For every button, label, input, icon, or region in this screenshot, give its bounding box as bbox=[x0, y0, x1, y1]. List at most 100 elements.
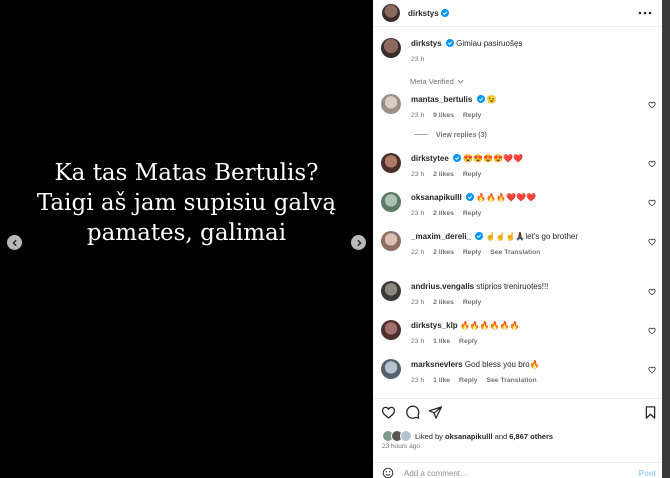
comments-panel: dirkstys dirkstys Gimiau pasiruošęs 23 h… bbox=[373, 0, 662, 478]
comment-username[interactable]: andrius.vengalis bbox=[411, 282, 474, 291]
comment-username[interactable]: dirkstytee bbox=[411, 154, 449, 163]
commenter-avatar[interactable] bbox=[381, 153, 401, 173]
comment-time: 23 h bbox=[411, 210, 425, 217]
heart-icon[interactable] bbox=[648, 199, 656, 207]
liker-avatar bbox=[400, 430, 412, 442]
verified-icon bbox=[465, 193, 474, 201]
bookmark-icon[interactable] bbox=[643, 405, 658, 420]
reply-button[interactable]: Reply bbox=[459, 377, 478, 384]
author-username[interactable]: dirkstys bbox=[408, 9, 439, 18]
heart-icon[interactable] bbox=[648, 101, 656, 109]
comment-time: 23 h bbox=[411, 299, 425, 306]
media-text-line: Ka tas Matas Bertulis? bbox=[54, 160, 319, 186]
comment-body: oksanapikulll 🔥🔥🔥❤️❤️❤️ 23 h 2 likes Rep… bbox=[411, 192, 640, 219]
chevron-down-icon bbox=[457, 79, 464, 84]
commenter-avatar[interactable] bbox=[381, 281, 401, 301]
add-comment-bar: Add a comment… Post bbox=[373, 462, 662, 478]
next-button[interactable] bbox=[351, 235, 366, 250]
reply-button[interactable]: Reply bbox=[463, 171, 482, 178]
heart-icon[interactable] bbox=[648, 288, 656, 296]
caption-body: dirkstys Gimiau pasiruošęs 23 h bbox=[411, 38, 640, 65]
comment-time: 23 h bbox=[411, 171, 425, 178]
window-edge bbox=[662, 0, 670, 478]
verified-icon bbox=[453, 154, 462, 162]
caption-time: 23 h bbox=[411, 56, 425, 63]
commenter-avatar[interactable] bbox=[381, 94, 401, 114]
share-icon[interactable] bbox=[428, 405, 443, 420]
commenter-avatar[interactable] bbox=[381, 359, 401, 379]
heart-icon[interactable] bbox=[648, 160, 656, 168]
comment-text: 🔥🔥🔥❤️❤️❤️ bbox=[476, 193, 536, 202]
previous-button[interactable] bbox=[7, 235, 22, 250]
comment-text: God bless you bro🔥 bbox=[464, 360, 540, 369]
comment-time: 23 h bbox=[411, 338, 425, 345]
comment-icon[interactable] bbox=[405, 405, 420, 420]
post-header: dirkstys bbox=[373, 0, 662, 27]
see-translation-button[interactable]: See Translation bbox=[486, 377, 536, 384]
reply-button[interactable]: Reply bbox=[463, 249, 482, 256]
comment-text: 😍😍😍😍❤️❤️ bbox=[463, 154, 524, 163]
caption-text: Gimiau pasiruošęs bbox=[456, 39, 523, 48]
heart-icon[interactable] bbox=[648, 327, 656, 335]
post-time-ago: 23 hours ago bbox=[382, 443, 420, 450]
reply-button[interactable]: Reply bbox=[463, 299, 482, 306]
commenter-avatar[interactable] bbox=[381, 231, 401, 251]
view-replies-label: View replies (3) bbox=[436, 132, 487, 139]
comment-time: 23 h bbox=[411, 377, 425, 384]
commenter-avatar[interactable] bbox=[381, 192, 401, 212]
post-button[interactable]: Post bbox=[639, 469, 656, 478]
emoji-icon[interactable] bbox=[382, 467, 394, 478]
heart-icon[interactable] bbox=[648, 366, 656, 374]
comment-username[interactable]: _maxim_dereli_ bbox=[411, 232, 471, 241]
post-media: Ka tas Matas Bertulis? Taigi aš jam supi… bbox=[0, 0, 373, 478]
media-text: Ka tas Matas Bertulis? Taigi aš jam supi… bbox=[0, 158, 373, 248]
caption-username[interactable]: dirkstys bbox=[411, 39, 442, 48]
like-icon[interactable] bbox=[381, 405, 396, 420]
verified-icon bbox=[476, 95, 485, 103]
comment-text: 😉 bbox=[486, 95, 497, 104]
comment-likes[interactable]: 2 likes bbox=[433, 249, 454, 256]
media-text-line: pamates, galimai bbox=[86, 220, 287, 246]
comment-body: andrius.vengalis stiprios treniruotes!!!… bbox=[411, 281, 640, 308]
comment-text: stiprios treniruotes!!! bbox=[476, 282, 549, 291]
reply-button[interactable]: Reply bbox=[463, 112, 482, 119]
comment-body: _maxim_dereli_ ☝️☝️☝️🙏🏿let's go brother … bbox=[411, 231, 640, 258]
liked-by-joiner: and bbox=[494, 431, 508, 441]
comment-body: marksnevlers God bless you bro🔥 23 h 1 l… bbox=[411, 359, 640, 386]
comment-likes[interactable]: 2 likes bbox=[433, 299, 454, 306]
comment-likes[interactable]: 1 like bbox=[433, 338, 450, 345]
comment-text: 🔥🔥🔥🔥🔥🔥 bbox=[459, 321, 520, 330]
verified-icon bbox=[440, 9, 449, 17]
see-translation-button[interactable]: See Translation bbox=[490, 249, 540, 256]
comment-time: 23 h bbox=[411, 112, 425, 119]
comment-likes[interactable]: 2 likes bbox=[433, 171, 454, 178]
author-avatar[interactable] bbox=[381, 38, 401, 58]
reply-button[interactable]: Reply bbox=[463, 210, 482, 217]
comment-username[interactable]: dirkstys_klp bbox=[411, 321, 458, 330]
meta-verified-toggle[interactable]: Meta Verified bbox=[410, 77, 464, 86]
liker-avatars bbox=[382, 430, 412, 442]
replies-line bbox=[414, 134, 428, 135]
comment-likes[interactable]: 9 likes bbox=[433, 112, 454, 119]
comment-username[interactable]: mantas_bertulis bbox=[411, 95, 472, 104]
comment-input[interactable]: Add a comment… bbox=[404, 469, 468, 478]
comment-username[interactable]: marksnevlers bbox=[411, 360, 463, 369]
view-replies-button[interactable]: View replies (3) bbox=[414, 132, 487, 139]
liked-by-user[interactable]: oksanapikulll bbox=[445, 432, 493, 441]
comment-username[interactable]: oksanapikulll bbox=[411, 193, 462, 202]
reply-button[interactable]: Reply bbox=[459, 338, 478, 345]
media-text-line: Taigi aš jam supisiu galvą bbox=[36, 190, 337, 216]
action-bar bbox=[373, 398, 662, 426]
heart-icon[interactable] bbox=[648, 238, 656, 246]
chevron-right-icon bbox=[356, 239, 362, 246]
author-avatar[interactable] bbox=[382, 4, 400, 22]
liked-by-count[interactable]: 6,867 others bbox=[509, 432, 553, 441]
comment-body: dirkstys_klp 🔥🔥🔥🔥🔥🔥 23 h 1 like Reply bbox=[411, 320, 640, 347]
chevron-left-icon bbox=[11, 239, 17, 246]
commenter-avatar[interactable] bbox=[381, 320, 401, 340]
comment-likes[interactable]: 2 likes bbox=[433, 210, 454, 217]
comment-text: ☝️☝️☝️🙏🏿let's go brother bbox=[485, 232, 579, 241]
meta-verified-label: Meta Verified bbox=[410, 77, 454, 86]
more-options-icon[interactable] bbox=[638, 9, 652, 17]
comment-likes[interactable]: 1 like bbox=[433, 377, 450, 384]
